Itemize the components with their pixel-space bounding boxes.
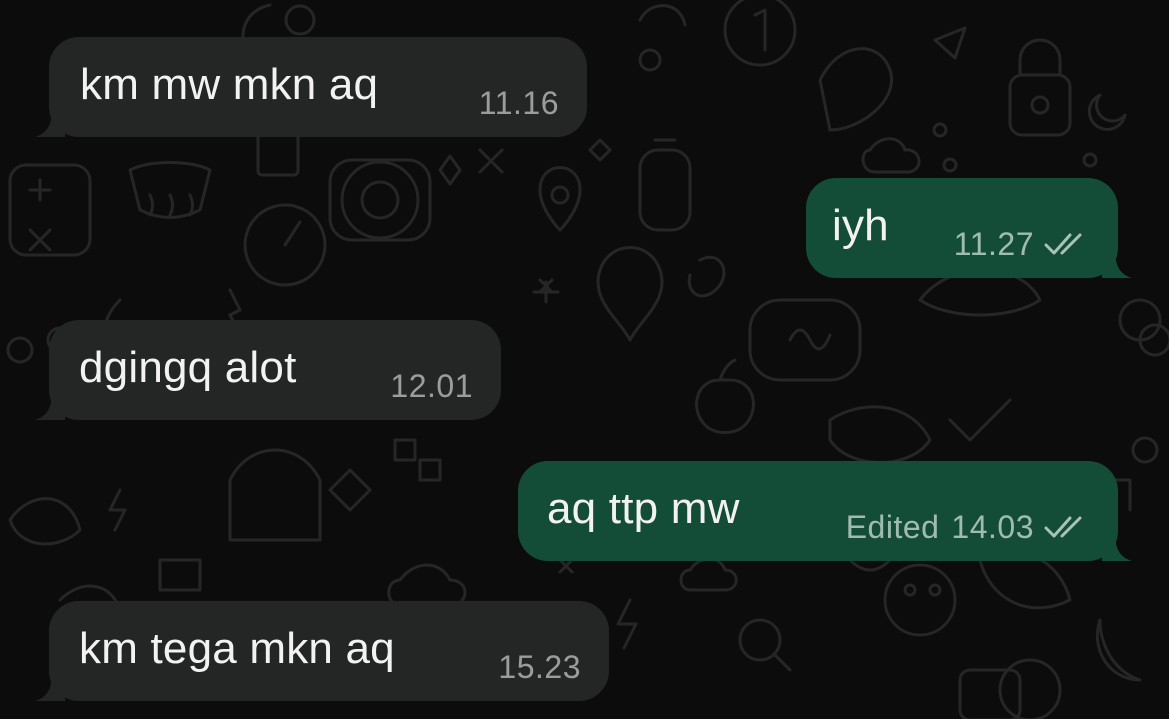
edited-label: Edited xyxy=(845,509,940,545)
message-time: 14.03 xyxy=(951,509,1034,545)
message-meta: Edited 14.03 xyxy=(846,507,1090,547)
message-time: 11.16 xyxy=(478,85,559,121)
message-bubble-incoming[interactable]: km tega mkn aq 15.23 xyxy=(35,601,609,701)
message-meta: 11.16 xyxy=(479,83,559,123)
message-text: aq ttp mw xyxy=(547,484,740,533)
read-double-check-icon xyxy=(1044,233,1082,255)
message-bubble-outgoing[interactable]: aq ttp mw Edited 14.03 xyxy=(518,461,1132,561)
bubble-tail xyxy=(1102,248,1132,278)
message-time: 12.01 xyxy=(390,368,473,404)
bubble-tail xyxy=(35,107,65,137)
bubble-tail xyxy=(35,390,65,420)
message-time: 15.23 xyxy=(498,649,581,685)
message-time: 11.27 xyxy=(953,226,1034,262)
message-meta: 12.01 xyxy=(390,366,473,406)
message-bubble-incoming[interactable]: km mw mkn aq 11.16 xyxy=(35,37,587,137)
message-meta: 11.27 xyxy=(954,224,1090,264)
message-text: iyh xyxy=(832,201,889,250)
message-meta: 15.23 xyxy=(498,647,581,687)
bubble-tail xyxy=(35,671,65,701)
message-text: dgingq alot xyxy=(79,343,297,392)
chat-view[interactable]: km mw mkn aq 11.16 iyh 11.27 dgingq alot… xyxy=(0,0,1169,719)
bubble-tail xyxy=(1102,531,1132,561)
message-bubble-outgoing[interactable]: iyh 11.27 xyxy=(806,178,1132,278)
message-bubble-incoming[interactable]: dgingq alot 12.01 xyxy=(35,320,501,420)
read-double-check-icon xyxy=(1044,516,1082,538)
message-text: km tega mkn aq xyxy=(79,624,395,673)
message-text: km mw mkn aq xyxy=(80,60,379,109)
